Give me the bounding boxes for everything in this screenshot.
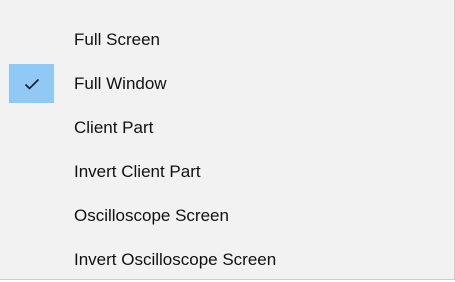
menu-item-label: Client Part	[74, 118, 154, 137]
menu-item-label: Full Window	[74, 74, 167, 93]
menu-items: Full Screen Full Window Client Part Inve…	[0, 18, 454, 282]
check-area	[9, 20, 54, 59]
menu-item-oscilloscope-screen[interactable]: Oscilloscope Screen	[0, 194, 454, 238]
checkmark-icon	[24, 78, 40, 90]
menu-item-label: Full Screen	[74, 30, 160, 49]
check-area	[9, 64, 54, 103]
check-area	[9, 196, 54, 235]
menu-item-label: Invert Client Part	[74, 162, 201, 181]
menu-item-full-screen[interactable]: Full Screen	[0, 18, 454, 62]
check-area	[9, 240, 54, 279]
menu-item-invert-client-part[interactable]: Invert Client Part	[0, 150, 454, 194]
check-area	[9, 152, 54, 191]
menu-item-client-part[interactable]: Client Part	[0, 106, 454, 150]
menu-item-full-window[interactable]: Full Window	[0, 62, 454, 106]
menu-item-label: Invert Oscilloscope Screen	[74, 250, 277, 269]
menu-item-label: Oscilloscope Screen	[74, 206, 229, 225]
menu-item-invert-oscilloscope-screen[interactable]: Invert Oscilloscope Screen	[0, 238, 454, 282]
check-area	[9, 108, 54, 147]
context-menu: Full Screen Full Window Client Part Inve…	[0, 0, 455, 280]
